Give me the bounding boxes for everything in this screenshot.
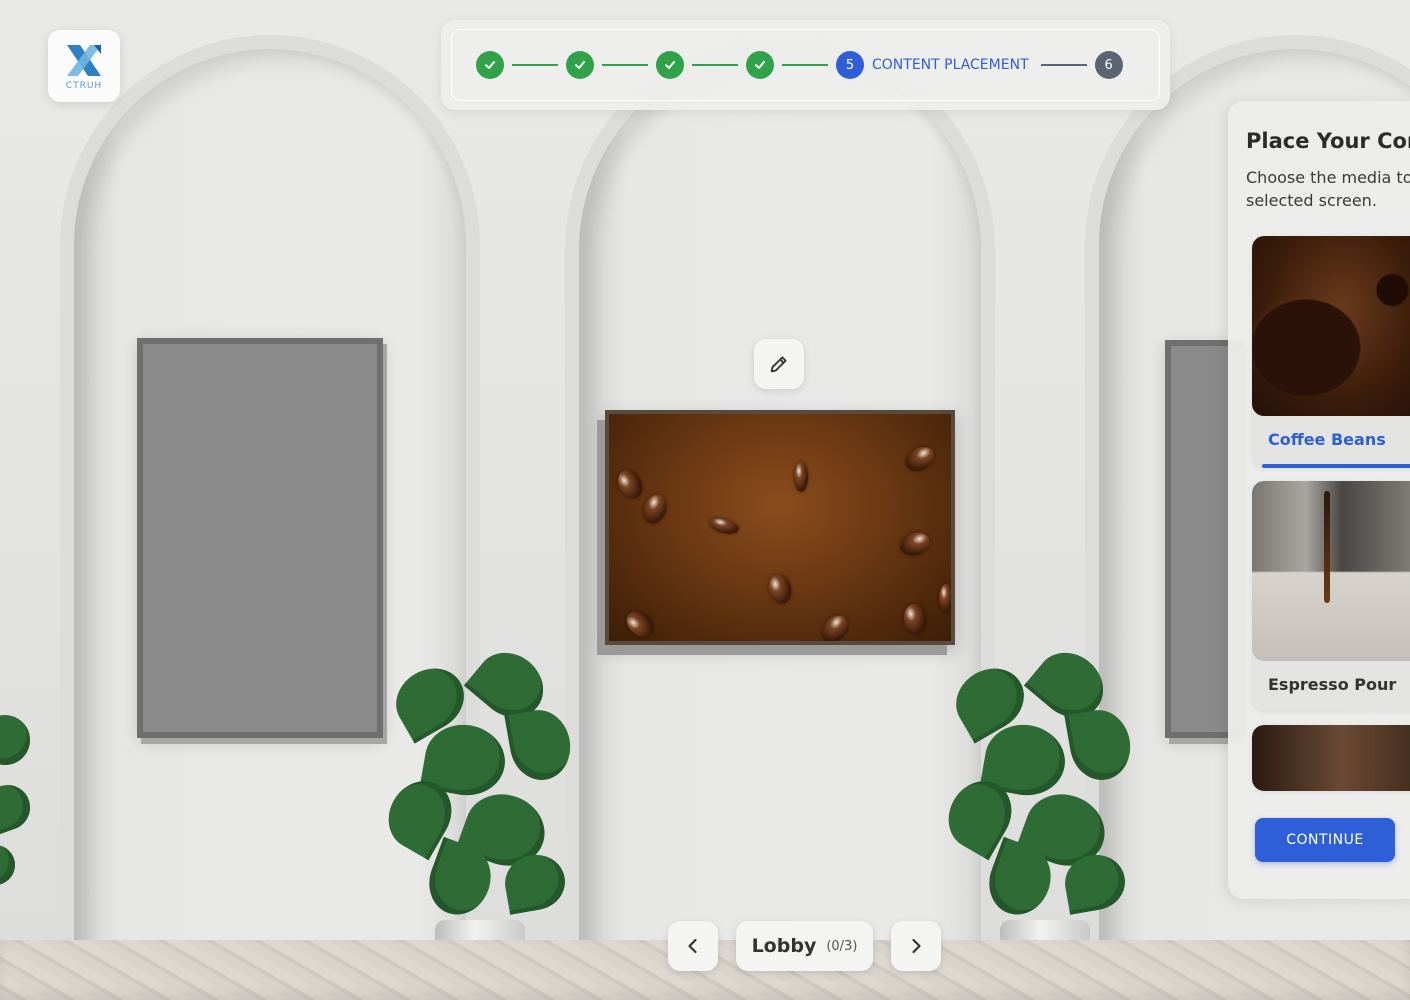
step-3-completed[interactable] (656, 51, 684, 79)
content-placement-panel: Place Your Cont Choose the media to sele… (1228, 101, 1410, 899)
step-2-completed[interactable] (566, 51, 594, 79)
pencil-icon (770, 356, 787, 373)
media-thumbnail (1252, 236, 1410, 416)
logo-text: CTRUH (65, 80, 103, 91)
coffee-bean (621, 605, 659, 641)
panel-title: Place Your Cont (1246, 129, 1410, 153)
step-5-active[interactable]: 5 (836, 51, 864, 79)
media-card-espresso-pour[interactable]: Espresso Pour (1252, 481, 1410, 711)
progress-stepper: 5 CONTENT PLACEMENT 6 (441, 20, 1170, 110)
media-card-third[interactable] (1252, 725, 1410, 791)
step-connector-pending (1040, 64, 1087, 66)
coffee-bean (765, 571, 795, 607)
check-icon (665, 61, 675, 69)
check-icon (575, 61, 585, 69)
step-connector (602, 64, 648, 66)
media-card-label: Coffee Beans (1268, 430, 1386, 449)
app-logo[interactable]: CTRUH (48, 30, 120, 102)
continue-button[interactable]: CONTINUE (1255, 818, 1395, 862)
room-screen-count: (0/3) (826, 938, 858, 954)
room-indicator: Lobby (0/3) (736, 921, 873, 971)
selected-indicator (1262, 464, 1410, 468)
screen-slot-left[interactable] (137, 338, 383, 738)
coffee-bean (816, 610, 854, 641)
media-thumbnail (1252, 725, 1410, 791)
screen-slot-center[interactable] (605, 410, 955, 645)
step-connector (782, 64, 828, 66)
chevron-left-icon (688, 938, 697, 954)
media-card-coffee-beans[interactable]: Coffee Beans (1252, 236, 1410, 468)
ctruh-logo-icon (67, 44, 101, 76)
plant-left-edge (0, 705, 40, 915)
coffee-bean (612, 465, 648, 503)
next-room-button[interactable] (891, 921, 941, 971)
step-4-completed[interactable] (746, 51, 774, 79)
step-6-pending[interactable]: 6 (1094, 51, 1123, 79)
coffee-bean (901, 602, 929, 636)
panel-subtitle: Choose the media to selected screen. (1246, 168, 1410, 210)
coffee-bean (639, 491, 671, 527)
media-thumbnail (1252, 481, 1410, 661)
coffee-bean (901, 441, 939, 477)
check-icon (755, 61, 765, 69)
3d-scene-viewport[interactable] (0, 0, 1410, 1000)
coffee-bean (707, 515, 741, 537)
media-card-label: Espresso Pour (1268, 675, 1397, 694)
chevron-right-icon (912, 938, 921, 954)
coffee-bean (794, 462, 808, 492)
step-1-completed[interactable] (476, 51, 504, 79)
check-icon (485, 61, 495, 69)
coffee-bean (939, 584, 951, 612)
active-step-label: CONTENT PLACEMENT (872, 57, 1029, 73)
step-connector (512, 64, 558, 66)
step-connector (692, 64, 738, 66)
room-name: Lobby (751, 935, 817, 957)
edit-screen-button[interactable] (754, 339, 804, 389)
coffee-bean (897, 528, 933, 560)
prev-room-button[interactable] (668, 921, 718, 971)
